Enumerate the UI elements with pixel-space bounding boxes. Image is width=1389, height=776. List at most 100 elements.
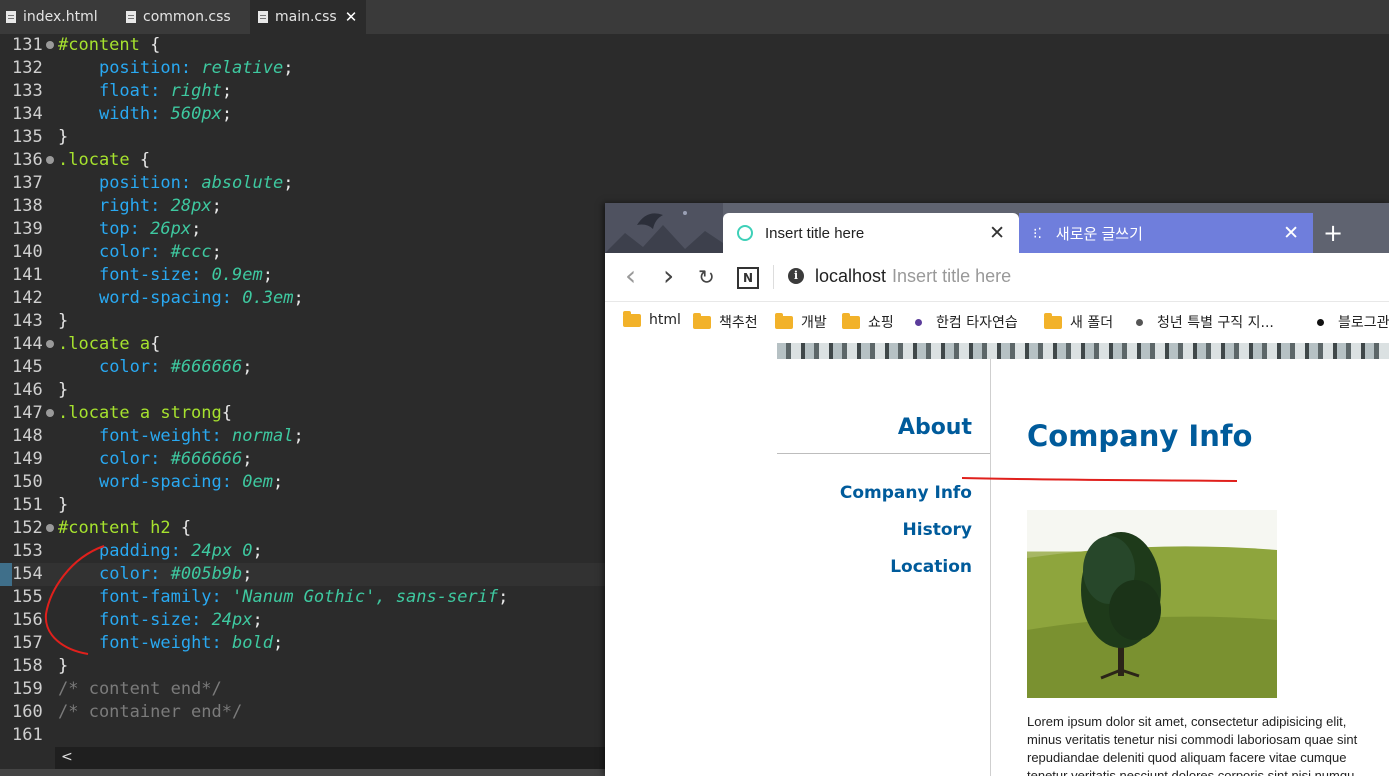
code-token: font-family: (98, 587, 222, 607)
body-text: Lorem ipsum dolor sit amet, consectetur … (1027, 713, 1389, 776)
browser-tab-new-post[interactable]: ⁝⁚ 새로운 글쓰기 ✕ (1019, 213, 1313, 253)
code-line[interactable]: 132 position: relative; (0, 57, 1389, 80)
folder-icon (693, 312, 711, 329)
code-token: #666666 (170, 449, 243, 469)
editor-tab-main-css[interactable]: main.css ✕ (250, 0, 366, 34)
browser-window: Insert title here ✕ ⁝⁚ 새로운 글쓰기 ✕ + ‹ › ↻… (605, 203, 1389, 776)
forward-icon[interactable]: › (663, 259, 674, 292)
tree-photo (1027, 510, 1277, 698)
line-number: 132 (12, 58, 43, 78)
code-line[interactable]: 134 width: 560px; (0, 103, 1389, 126)
current-line-marker (0, 563, 12, 586)
bookmark-item[interactable]: 개발 (775, 312, 827, 332)
code-token: color: (98, 242, 161, 262)
code-line[interactable]: 137 position: absolute; (0, 172, 1389, 195)
back-icon[interactable]: ‹ (625, 259, 636, 292)
fold-toggle-icon[interactable] (46, 524, 54, 532)
code-line[interactable]: 133 float: right; (0, 80, 1389, 103)
scroll-left-icon[interactable]: < (61, 749, 73, 765)
extension-n-icon[interactable]: N (737, 267, 759, 289)
sidebar-item-history[interactable]: History (777, 520, 972, 540)
code-token: 0.9em (211, 265, 263, 285)
editor-tab-common-css[interactable]: common.css (126, 0, 246, 34)
code-text: } (58, 655, 68, 678)
bookmark-item[interactable]: 새 폴더 (1044, 312, 1113, 332)
code-token: { (150, 334, 161, 354)
code-token: bold (232, 633, 273, 653)
info-icon[interactable]: i (788, 268, 804, 284)
code-token: width: (98, 104, 161, 124)
bookmark-item[interactable]: 쇼핑 (842, 312, 894, 332)
bookmark-item[interactable]: 블로그관 (1317, 312, 1389, 332)
fold-toggle-icon[interactable] (46, 409, 54, 417)
code-text: /* container end*/ (58, 701, 242, 724)
bookmark-item[interactable]: html (623, 310, 681, 328)
editor-tab-index-html[interactable]: index.html (6, 0, 118, 34)
close-icon[interactable]: ✕ (989, 222, 1005, 245)
code-token: font-size: (98, 265, 202, 285)
line-number: 160 (12, 702, 43, 722)
code-text: padding: 24px 0; (58, 540, 263, 563)
code-token: ; (272, 472, 284, 492)
code-text: top: 26px; (58, 218, 201, 241)
code-line[interactable]: 131 #content { (0, 34, 1389, 57)
bookmark-label: 새 폴더 (1070, 315, 1114, 331)
code-text: color: #005b9b; (58, 563, 253, 586)
fold-toggle-icon[interactable] (46, 156, 54, 164)
code-token: ; (211, 196, 222, 216)
header-banner-image (777, 343, 1389, 359)
bookmark-item[interactable]: 청년 특별 구직 지... (1136, 312, 1274, 332)
code-token: 26px (150, 219, 192, 239)
bookmark-label: 블로그관 (1338, 315, 1389, 331)
code-token: color: (98, 564, 161, 584)
page-heading: Company Info (1027, 419, 1253, 453)
line-number: 135 (12, 127, 43, 147)
bookmark-item[interactable]: 책추천 (693, 312, 758, 332)
line-number: 131 (12, 35, 43, 55)
code-text: } (58, 379, 68, 402)
site-favicon-icon (915, 318, 922, 326)
code-token: font-size: (98, 610, 202, 630)
sidebar-item-company-info[interactable]: Company Info (777, 483, 972, 503)
close-icon[interactable]: ✕ (1283, 222, 1299, 245)
code-token: #content (58, 35, 140, 55)
line-number: 141 (12, 265, 43, 285)
reload-icon[interactable]: ↻ (698, 265, 715, 289)
browser-tab-insert-title[interactable]: Insert title here ✕ (723, 213, 1019, 253)
code-text: color: #ccc; (58, 241, 222, 264)
horizontal-scrollbar[interactable]: < (55, 747, 605, 769)
bookmark-label: 쇼핑 (868, 315, 894, 331)
url-page-title: Insert title here (892, 266, 1012, 286)
bookmark-item[interactable]: 한컴 타자연습 (915, 312, 1018, 332)
new-tab-button[interactable]: + (1323, 219, 1343, 247)
line-number: 139 (12, 219, 43, 239)
code-token: 0em (242, 472, 273, 492)
code-token: ; (242, 449, 253, 469)
line-number: 146 (12, 380, 43, 400)
browser-tab-title: Insert title here (765, 224, 865, 242)
fold-toggle-icon[interactable] (46, 340, 54, 348)
browser-toolbar: ‹ › ↻ N i localhost Insert title here (605, 253, 1389, 302)
code-line[interactable]: 135} (0, 126, 1389, 149)
code-line[interactable]: 136 .locate { (0, 149, 1389, 172)
body-line: minus veritatis tenetur nisi commodi lab… (1027, 732, 1358, 747)
code-text: #content h2 { (58, 517, 191, 540)
close-icon[interactable]: ✕ (345, 8, 358, 26)
code-token: #content h2 (58, 518, 171, 538)
code-token: } (58, 127, 69, 147)
fold-toggle-icon[interactable] (46, 41, 54, 49)
sidebar-item-location[interactable]: Location (777, 557, 972, 577)
address-bar[interactable]: localhost Insert title here (815, 266, 1011, 287)
